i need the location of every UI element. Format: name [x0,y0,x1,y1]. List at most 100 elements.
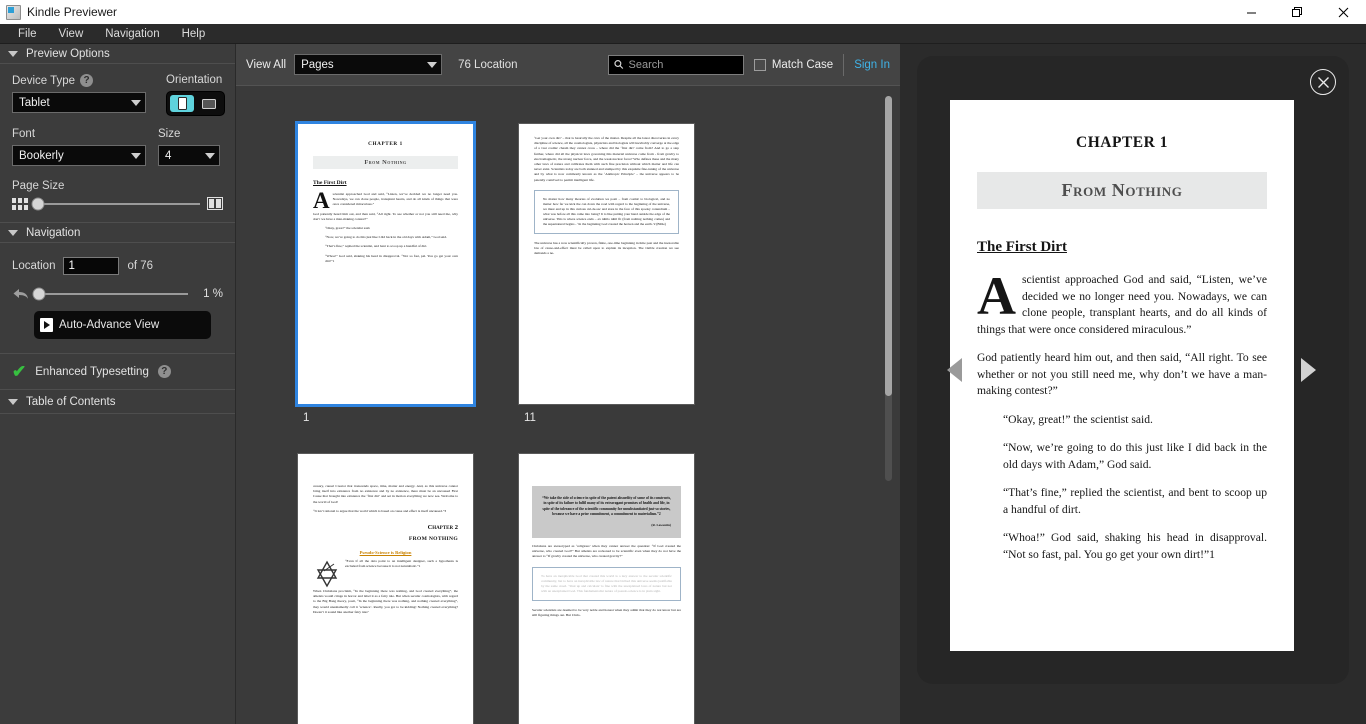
menu-view[interactable]: View [49,25,94,43]
two-page-view-icon[interactable] [207,197,223,210]
close-preview-button[interactable] [1310,69,1336,95]
size-wrap: Size 4 [158,128,220,166]
match-case-checkbox[interactable] [753,58,766,71]
thumbnail-page-4[interactable]: “We take the side of science in spite of… [519,454,694,724]
thumb-paragraph: Secular scientists are deemed to be very… [532,607,681,617]
page-size-label: Page Size [12,180,65,192]
sign-in-link[interactable]: Sign In [854,59,890,71]
navigation-header[interactable]: Navigation [0,223,235,243]
view-mode-select[interactable]: Pages [294,54,443,75]
thumbnail-scroll-area[interactable]: CHAPTER 1 From Nothing The First Dirt A … [236,86,900,724]
orientation-landscape-button[interactable] [197,95,221,112]
preview-options-header[interactable]: Preview Options [0,44,235,64]
help-icon[interactable]: ? [157,365,171,378]
progress-percent-label: 1 % [203,288,223,300]
size-select[interactable]: 4 [158,145,220,166]
close-button[interactable] [1320,0,1366,24]
thumb-star-block: “Even if all the data point to an intell… [313,559,458,588]
thumb-paragraph: “Okay, great!” the scientist said. [325,226,371,231]
chevron-down-icon [131,99,141,106]
thumbnail-content: “We take the side of science in spite of… [519,454,694,654]
star-of-david-icon [313,559,341,589]
center-pane: View All Pages 76 Location Match Case [236,44,900,724]
page-size-slider-handle[interactable] [31,197,45,210]
page-size-slider[interactable] [31,197,200,210]
location-label: Location [12,260,56,272]
page-size-block: Page Size [12,180,223,210]
thumbnail-content: ‘Get your own dirt’ – that is basically … [519,124,694,277]
thumb-paragraph: Christians are stereotyped as ‘religious… [532,544,681,559]
thumbnail-cell[interactable]: CHAPTER 1 From Nothing The First Dirt A … [298,124,473,424]
grid-view-icon[interactable] [12,197,28,210]
menu-navigation[interactable]: Navigation [95,25,169,43]
minimize-button[interactable] [1228,0,1274,24]
preview-options-body: Device Type ? Tablet Orientation Font Bo… [0,64,235,210]
help-icon[interactable]: ? [80,74,94,87]
thumb-paragraph: “Whoa!” God said, shaking his head in di… [325,253,458,263]
thumb-dropcap-block: A scientist approached God and said, “Li… [313,189,458,212]
enhanced-typesetting-label: Enhanced Typesetting [35,365,149,378]
progress-slider-handle[interactable] [32,287,45,301]
window-controls [1228,0,1366,24]
thumb-attribution: (R. Lewontin) [651,522,671,527]
thumbnail-page-3[interactable]: cessary, causal Creator that transcends … [298,454,473,724]
table-of-contents-header[interactable]: Table of Contents [0,390,235,414]
device-type-label: Device Type [12,74,76,87]
window-title: Kindle Previewer [27,5,118,19]
font-select[interactable]: Bookerly [12,145,146,166]
thumbnail-scrollbar-handle[interactable] [885,96,892,396]
thumbnail-cell[interactable]: ‘Get your own dirt’ – that is basically … [519,124,694,424]
match-case-label: Match Case [771,58,834,71]
location-input[interactable] [63,257,120,275]
device-type-row: Device Type ? Tablet Orientation [12,74,225,116]
menu-file[interactable]: File [8,25,47,43]
thumbnail-page-number: 1 [303,412,310,424]
thumbnail-page-11[interactable]: ‘Get your own dirt’ – that is basically … [519,124,694,404]
preview-band-title: From Nothing [977,172,1267,209]
size-value: 4 [165,149,172,162]
preview-chapter-title: CHAPTER 1 [1076,134,1168,151]
progress-slider[interactable] [32,287,188,301]
search-box[interactable] [607,54,744,75]
chevron-down-icon [427,61,438,68]
title-bar-left: Kindle Previewer [0,4,118,20]
preview-paragraph: “Now, we’re going to do this just like I… [1003,441,1267,471]
menu-help[interactable]: Help [172,25,216,43]
device-screen[interactable]: CHAPTER 1 From Nothing The First Dirt A … [950,100,1294,651]
previous-page-arrow-icon[interactable] [947,358,962,382]
thumbnail-cell[interactable]: cessary, causal Creator that transcends … [298,454,473,724]
preview-dropcap-block: A scientist approached God and said, “Li… [977,266,1267,338]
restore-button[interactable] [1274,0,1320,24]
thumbnail-grid: CHAPTER 1 From Nothing The First Dirt A … [236,124,900,724]
chevron-down-icon [205,152,215,159]
location-count-label: 76 Location [458,58,518,71]
thumbnail-scrollbar[interactable] [885,96,892,481]
font-label: Font [12,128,36,140]
kindle-previewer-icon [6,4,21,20]
portrait-device-icon [177,97,187,110]
thumbnail-cell[interactable]: “We take the side of science in spite of… [519,454,694,724]
next-page-arrow-icon[interactable] [1301,358,1316,382]
preview-paragraph: “Whoa!” God said, shaking his head in di… [1003,531,1267,561]
chevron-down-icon [8,50,18,57]
auto-advance-view-button[interactable]: Auto-Advance View [34,311,211,339]
orientation-label: Orientation [166,74,223,86]
reset-arrow-icon[interactable] [12,287,30,301]
orientation-portrait-button[interactable] [170,95,194,112]
thumbnail-page-1[interactable]: CHAPTER 1 From Nothing The First Dirt A … [298,124,473,404]
menu-bar: File View Navigation Help [0,24,1366,44]
enhanced-typesetting-row[interactable]: ✔ Enhanced Typesetting ? [0,354,235,389]
orientation-toggle-group [166,91,225,116]
divider [843,53,845,76]
search-input[interactable] [628,58,738,71]
preview-paragraph: God patiently heard him out, and then sa… [977,351,1267,397]
thumb-paragraph: God patiently heard him out, and then sa… [313,211,458,221]
match-case-group[interactable]: Match Case [753,58,834,71]
device-type-select[interactable]: Tablet [12,92,146,113]
thumb-chapter-right: Chapter 2 [427,524,458,532]
preview-heading: The First Dirt [977,239,1067,255]
progress-slider-row: 1 % [12,287,223,301]
device-preview-pane: CHAPTER 1 From Nothing The First Dirt A … [900,44,1366,724]
navigation-title: Navigation [26,226,81,239]
preview-dropcap: A [977,266,1016,326]
